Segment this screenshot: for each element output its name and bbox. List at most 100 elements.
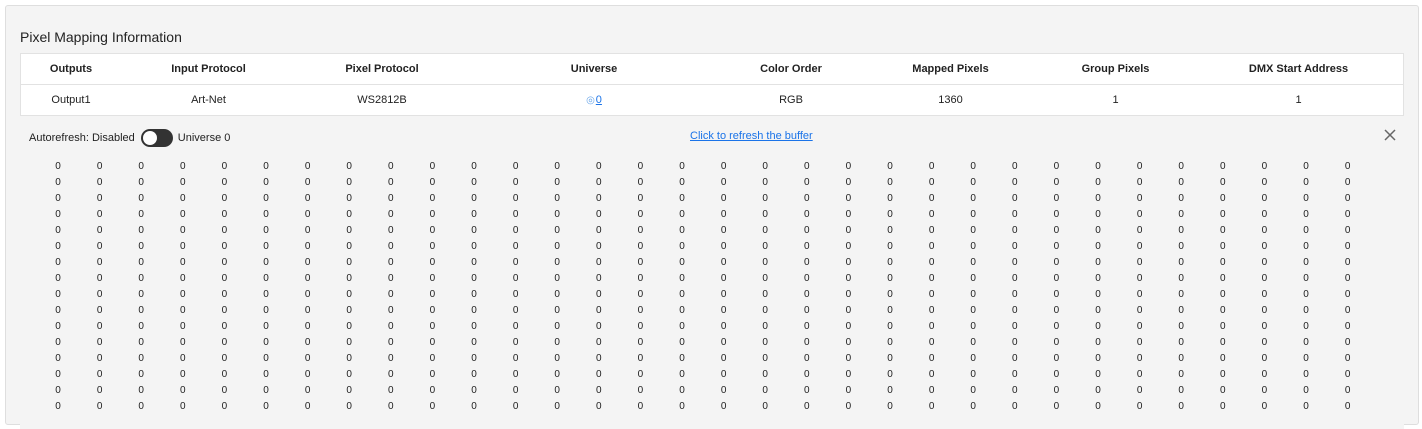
cell-input-protocol: Art-Net (191, 94, 226, 106)
buffer-value: 0 (388, 225, 394, 236)
buffer-value: 0 (1220, 193, 1226, 204)
buffer-value: 0 (388, 337, 394, 348)
buffer-value: 0 (762, 305, 768, 316)
buffer-value: 0 (1303, 289, 1309, 300)
buffer-value: 0 (55, 385, 61, 396)
buffer-value: 0 (429, 225, 436, 236)
buffer-value: 0 (1095, 193, 1101, 204)
buffer-value: 0 (845, 305, 852, 316)
buffer-value: 0 (679, 401, 685, 412)
buffer-value: 0 (1178, 193, 1184, 204)
buffer-value: 0 (928, 161, 935, 172)
buffer-value: 0 (887, 385, 893, 396)
buffer-value: 0 (388, 305, 394, 316)
buffer-value: 0 (762, 161, 768, 172)
buffer-value: 0 (1344, 161, 1351, 172)
buffer-value: 0 (679, 337, 685, 348)
refresh-buffer-link[interactable]: Click to refresh the buffer (690, 130, 813, 142)
buffer-value: 0 (263, 385, 269, 396)
buffer-value: 0 (928, 177, 935, 188)
buffer-value: 0 (1303, 193, 1309, 204)
buffer-value: 0 (1261, 289, 1268, 300)
buffer-value: 0 (554, 369, 560, 380)
buffer-value: 0 (845, 273, 852, 284)
buffer-value: 0 (429, 161, 436, 172)
buffer-value: 0 (1220, 401, 1226, 412)
universe-link[interactable]: 0 (596, 94, 602, 106)
buffer-value: 0 (845, 401, 852, 412)
buffer-value: 0 (637, 337, 644, 348)
buffer-value: 0 (471, 273, 477, 284)
buffer-value: 0 (429, 305, 436, 316)
buffer-value: 0 (1012, 161, 1018, 172)
buffer-value: 0 (96, 369, 103, 380)
buffer-value: 0 (346, 209, 352, 220)
buffer-value: 0 (180, 177, 186, 188)
buffer-value: 0 (1012, 177, 1018, 188)
buffer-value: 0 (96, 193, 103, 204)
close-icon[interactable] (1382, 127, 1398, 143)
buffer-value: 0 (596, 369, 602, 380)
buffer-value: 0 (55, 209, 61, 220)
buffer-value: 0 (512, 305, 519, 316)
buffer-value: 0 (96, 161, 103, 172)
buffer-value: 0 (346, 337, 352, 348)
eye-icon[interactable]: ◎ (586, 95, 595, 106)
buffer-value: 0 (512, 161, 519, 172)
buffer-value: 0 (221, 369, 228, 380)
buffer-value: 0 (845, 257, 852, 268)
buffer-value: 0 (1178, 241, 1184, 252)
buffer-value: 0 (970, 177, 976, 188)
buffer-value: 0 (1303, 401, 1309, 412)
buffer-value: 0 (845, 225, 852, 236)
buffer-value: 0 (263, 353, 269, 364)
buffer-value: 0 (804, 289, 810, 300)
buffer-value: 0 (762, 369, 768, 380)
buffer-value: 0 (1095, 177, 1101, 188)
buffer-value: 0 (720, 353, 727, 364)
header-mapped-pixels: Mapped Pixels (912, 63, 989, 75)
buffer-value: 0 (471, 161, 477, 172)
buffer-value: 0 (1095, 353, 1101, 364)
buffer-value: 0 (512, 353, 519, 364)
buffer-value: 0 (263, 177, 269, 188)
buffer-value: 0 (1178, 161, 1184, 172)
buffer-value: 0 (554, 385, 560, 396)
autorefresh-toggle[interactable] (140, 129, 173, 147)
buffer-value: 0 (679, 161, 685, 172)
buffer-value: 0 (928, 257, 935, 268)
buffer-value: 0 (346, 305, 352, 316)
buffer-value: 0 (804, 305, 810, 316)
buffer-value: 0 (388, 401, 394, 412)
buffer-value: 0 (637, 273, 644, 284)
buffer-value: 0 (1136, 209, 1143, 220)
buffer-value: 0 (1095, 161, 1101, 172)
buffer-value: 0 (637, 305, 644, 316)
buffer-value: 0 (1220, 305, 1226, 316)
buffer-value: 0 (1178, 177, 1184, 188)
buffer-value: 0 (55, 401, 61, 412)
buffer-value: 0 (221, 337, 228, 348)
buffer-value: 0 (720, 289, 727, 300)
buffer-value: 0 (429, 257, 436, 268)
buffer-value: 0 (1012, 353, 1018, 364)
buffer-value: 0 (762, 401, 768, 412)
buffer-value: 0 (720, 257, 727, 268)
buffer-value: 0 (96, 241, 103, 252)
buffer-value: 0 (970, 385, 976, 396)
buffer-value: 0 (1178, 305, 1184, 316)
buffer-value: 0 (180, 369, 186, 380)
buffer-value: 0 (596, 289, 602, 300)
buffer-value: 0 (970, 273, 976, 284)
buffer-value: 0 (263, 337, 269, 348)
buffer-value: 0 (221, 289, 228, 300)
buffer-value: 0 (304, 305, 311, 316)
buffer-value: 0 (845, 353, 852, 364)
buffer-value: 0 (180, 305, 186, 316)
buffer-value: 0 (637, 177, 644, 188)
buffer-value: 0 (720, 225, 727, 236)
buffer-value: 0 (554, 193, 560, 204)
buffer-value: 0 (1012, 209, 1018, 220)
buffer-value: 0 (762, 193, 768, 204)
buffer-value: 0 (471, 225, 477, 236)
